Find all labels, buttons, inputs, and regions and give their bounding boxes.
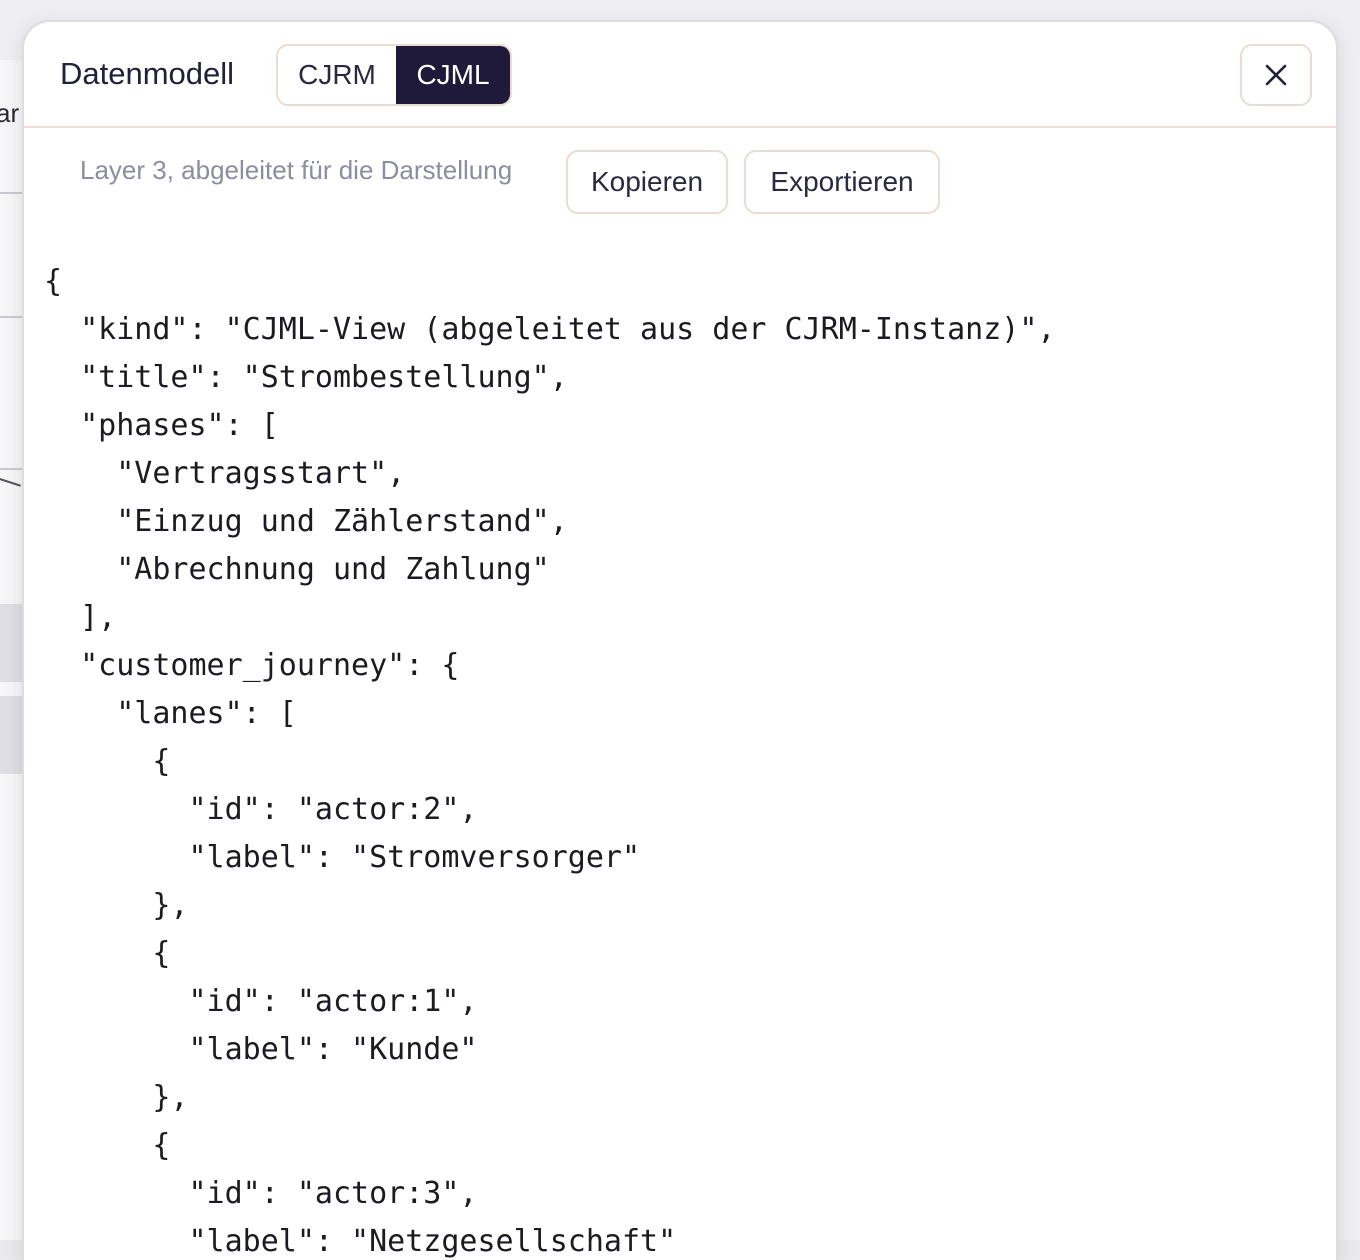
code-line: "label": "Netzgesellschaft" — [44, 1224, 677, 1259]
code-line: "Abrechnung und Zahlung" — [44, 552, 550, 587]
code-line: "kind": "CJML-View (abgeleitet aus der C… — [44, 312, 1056, 347]
code-line: { — [44, 1128, 171, 1163]
copy-button[interactable]: Kopieren — [566, 150, 728, 214]
tab-cjml[interactable]: CJML — [396, 46, 510, 104]
background-block — [0, 604, 22, 682]
background-block — [0, 696, 22, 774]
model-toggle: CJRM CJML — [276, 44, 512, 106]
close-button[interactable] — [1240, 44, 1312, 106]
code-line: "Einzug und Zählerstand", — [44, 504, 568, 539]
code-line: { — [44, 936, 171, 971]
code-line: "Vertragsstart", — [44, 456, 406, 491]
close-icon — [1265, 64, 1287, 86]
code-line: }, — [44, 1080, 189, 1115]
code-line: "label": "Stromversorger" — [44, 840, 641, 875]
background-divider — [0, 468, 22, 470]
code-line: "lanes": [ — [44, 696, 297, 731]
code-line: }, — [44, 888, 189, 923]
background-text: ar — [0, 98, 20, 128]
code-line: "label": "Kunde" — [44, 1032, 478, 1067]
json-code-view[interactable]: { "kind": "CJML-View (abgeleitet aus der… — [44, 258, 1326, 1260]
code-line: "customer_journey": { — [44, 648, 460, 683]
dialog-title: Datenmodell — [60, 56, 235, 91]
code-line: "phases": [ — [44, 408, 279, 443]
data-model-dialog: Datenmodell CJRM CJML Layer 3, abgeleite… — [22, 20, 1338, 1260]
export-button[interactable]: Exportieren — [744, 150, 940, 214]
code-line: { — [44, 264, 63, 299]
background-divider — [0, 316, 22, 318]
code-line: "id": "actor:3", — [44, 1176, 478, 1211]
dialog-header: Datenmodell CJRM CJML — [24, 22, 1336, 128]
code-line: "id": "actor:1", — [44, 984, 478, 1019]
code-line: ], — [44, 600, 117, 635]
code-line: "id": "actor:2", — [44, 792, 478, 827]
background-divider — [0, 192, 22, 194]
tab-cjrm[interactable]: CJRM — [278, 46, 396, 104]
code-line: "title": "Strombestellung", — [44, 360, 568, 395]
json-code: { "kind": "CJML-View (abgeleitet aus der… — [44, 258, 1326, 1260]
code-line: { — [44, 744, 171, 779]
layer-caption: Layer 3, abgeleitet für die Darstellung — [80, 155, 513, 185]
